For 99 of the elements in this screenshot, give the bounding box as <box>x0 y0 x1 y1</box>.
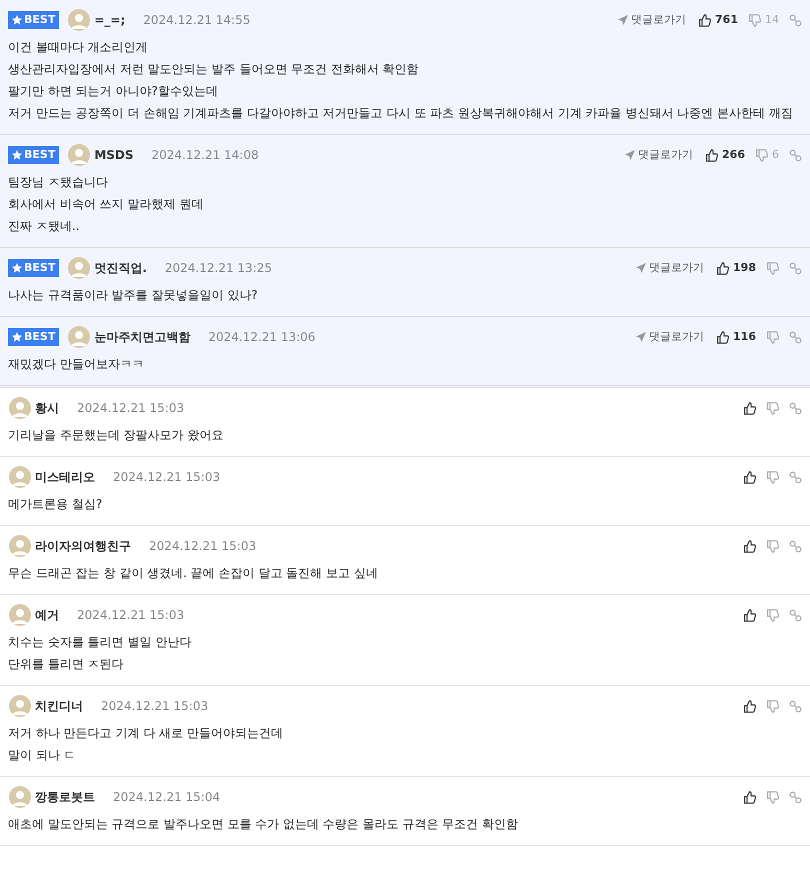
dislike-count: 14 <box>765 12 779 28</box>
reply-link[interactable]: 댓글로가기 <box>618 12 686 28</box>
thumbs-up-icon[interactable] <box>698 14 712 26</box>
link-icon[interactable] <box>789 700 802 712</box>
comment-date: 2024.12.21 15:03 <box>113 469 220 486</box>
avatar-icon <box>67 325 92 349</box>
thumbs-down-icon[interactable] <box>766 700 779 712</box>
link-icon[interactable] <box>789 470 802 484</box>
reply-link[interactable]: 댓글로가기 <box>636 260 704 276</box>
author-name[interactable]: 멋진직업. <box>94 259 147 277</box>
comment-text: 팔기만 하면 되는거 아니야?할수있는데 <box>8 83 219 100</box>
avatar-icon <box>8 603 32 627</box>
best-badge: BEST <box>8 259 60 277</box>
link-icon[interactable] <box>789 148 802 162</box>
avatar-icon <box>8 785 32 809</box>
comment-date: 2024.12.21 13:25 <box>164 260 272 277</box>
link-icon[interactable] <box>789 608 802 622</box>
avatar-icon <box>8 534 32 558</box>
author-name[interactable]: 치킨디너 <box>35 697 83 715</box>
send-arrow-icon <box>618 15 628 25</box>
comment-text: 무슨 드래곤 잡는 창 같이 생겼네. 끝에 손잡이 달고 돌진해 보고 싶네 <box>8 565 379 582</box>
link-icon[interactable] <box>789 402 802 414</box>
send-arrow-icon <box>625 150 636 160</box>
dislike-count: 6 <box>772 146 779 163</box>
avatar-icon <box>8 396 32 420</box>
thumbs-down-icon[interactable] <box>755 148 768 162</box>
thumbs-up-icon[interactable] <box>705 148 718 162</box>
thumbs-up-icon[interactable] <box>716 330 730 344</box>
comment-text: 이건 볼때마다 개소리인게 <box>8 39 149 56</box>
link-icon[interactable] <box>789 540 802 552</box>
thumbs-down-icon[interactable] <box>766 262 779 274</box>
link-icon[interactable] <box>789 262 802 274</box>
comment-text: 말이 되나 ㄷ <box>8 747 77 764</box>
author-name[interactable]: 라이자의여행친구 <box>35 537 131 555</box>
star-icon <box>12 15 22 25</box>
comment-date: 2024.12.21 15:03 <box>77 607 184 624</box>
thumbs-down-icon[interactable] <box>766 470 779 484</box>
thumbs-down-icon[interactable] <box>748 14 761 26</box>
link-icon[interactable] <box>789 330 802 344</box>
comment-text: 팀장님 ㅈ됐습니다 <box>8 174 109 191</box>
send-arrow-icon <box>636 332 646 342</box>
comment-text: 단위를 틀리면 ㅈ된다 <box>8 656 125 673</box>
comment-text: 회사에서 비속어 쓰지 말라했제 뭔데 <box>8 196 204 213</box>
author-name[interactable]: 눈마주치면고백함 <box>94 328 190 346</box>
comment-text: 메가트론용 철심? <box>8 496 104 513</box>
comment-text: 나사는 규격품이라 발주를 잘못넣을일이 있나? <box>8 287 259 304</box>
avatar-icon <box>8 694 32 718</box>
comment-date: 2024.12.21 13:06 <box>208 329 316 346</box>
comment-date: 2024.12.21 14:55 <box>143 12 250 29</box>
thumbs-up-icon[interactable] <box>743 790 756 804</box>
avatar-icon <box>67 143 92 167</box>
like-count: 266 <box>722 146 745 163</box>
thumbs-down-icon[interactable] <box>766 330 779 344</box>
author-name[interactable]: 깡통로봇트 <box>35 788 95 806</box>
avatar-icon <box>8 465 32 489</box>
thumbs-down-icon[interactable] <box>766 608 779 622</box>
author-name[interactable]: =_=; <box>94 11 126 29</box>
send-arrow-icon <box>636 263 646 273</box>
thumbs-up-icon[interactable] <box>716 262 730 274</box>
comment-text: 재밌겠다 만들어보자ㅋㅋ <box>8 356 145 373</box>
comment-text: 진짜 ㅈ됐네.. <box>8 218 80 235</box>
comment-date: 2024.12.21 15:03 <box>101 698 208 715</box>
comment-text: 애초에 말도안되는 규격으로 발주나오면 모를 수가 없는데 수량은 몰라도 규격은 무조건 확인함 <box>8 816 519 833</box>
comment-date: 2024.12.21 15:03 <box>149 538 256 555</box>
comment-date: 2024.12.21 14:08 <box>152 147 259 164</box>
star-icon <box>12 150 22 160</box>
comment-text: 저거 만드는 공장쪽이 더 손해임 기계파츠를 다갈아야하고 저거만들고 다시 또 파츠 원상복귀해야해서 기계 카파율 병신돼서 나중엔 본사한테 깨짐 <box>8 105 794 122</box>
comment-text: 저거 하나 만든다고 기계 다 새로 만들어야되는건데 <box>8 725 284 742</box>
author-name[interactable]: 황시 <box>35 399 59 417</box>
thumbs-down-icon[interactable] <box>766 540 779 552</box>
comment-text: 생산관리자입장에서 저런 말도안되는 발주 들어오면 무조건 전화해서 확인함 <box>8 61 420 78</box>
avatar-icon <box>67 256 92 280</box>
comment-text: 기리날을 주문했는데 장팔사모가 왔어요 <box>8 427 224 444</box>
best-badge: BEST <box>8 11 60 29</box>
link-icon[interactable] <box>789 14 802 26</box>
reply-link[interactable]: 댓글로가기 <box>625 146 694 164</box>
author-name[interactable]: 미스테리오 <box>35 468 95 486</box>
best-badge: BEST <box>8 328 60 346</box>
author-name[interactable]: 예거 <box>35 606 59 624</box>
like-count: 761 <box>715 12 738 28</box>
author-name[interactable]: MSDS <box>94 146 134 164</box>
thumbs-up-icon[interactable] <box>743 540 756 552</box>
thumbs-down-icon[interactable] <box>766 402 779 414</box>
like-count: 198 <box>733 260 756 276</box>
star-icon <box>12 263 22 273</box>
thumbs-down-icon[interactable] <box>766 790 779 804</box>
best-badge: BEST <box>8 146 60 164</box>
like-count: 116 <box>733 328 756 345</box>
thumbs-up-icon[interactable] <box>743 608 756 622</box>
link-icon[interactable] <box>789 790 802 804</box>
comment-date: 2024.12.21 15:04 <box>113 789 220 806</box>
reply-link[interactable]: 댓글로가기 <box>636 328 704 346</box>
star-icon <box>12 332 22 342</box>
thumbs-up-icon[interactable] <box>743 402 756 414</box>
thumbs-up-icon[interactable] <box>743 700 756 712</box>
avatar-icon <box>67 8 92 32</box>
comment-date: 2024.12.21 15:03 <box>77 400 184 417</box>
comment-text: 치수는 숫자를 틀리면 별일 안난다 <box>8 634 192 651</box>
thumbs-up-icon[interactable] <box>743 470 756 484</box>
